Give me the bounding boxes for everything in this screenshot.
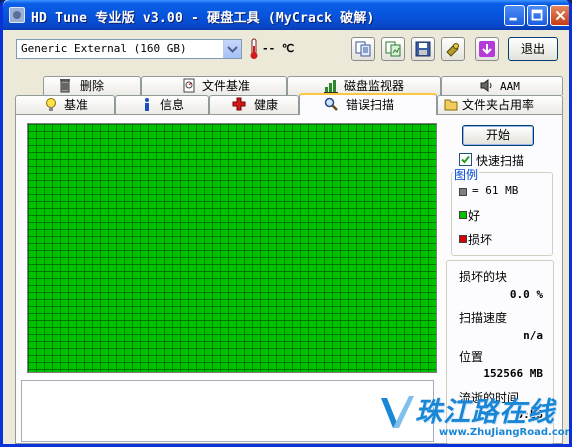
tab-aam[interactable]: AAM	[441, 76, 563, 95]
scan-speed-value: n/a	[523, 329, 543, 342]
close-icon	[555, 10, 566, 21]
scan-speed-label: 扫描速度	[459, 311, 508, 325]
close-button[interactable]	[550, 5, 569, 26]
chevron-down-icon[interactable]	[223, 40, 241, 58]
download-button[interactable]	[475, 37, 499, 61]
position-value: 152566 MB	[483, 367, 543, 380]
exit-button[interactable]: 退出	[508, 37, 558, 61]
damaged-blocks-label: 损坏的块	[459, 270, 508, 284]
quick-scan-checkbox[interactable]	[459, 153, 472, 166]
tab-error-scan[interactable]: 错误扫描	[299, 93, 437, 115]
temperature-readout: -- ℃	[262, 42, 295, 55]
copy-info-button[interactable]	[351, 37, 375, 61]
position-label: 位置	[459, 350, 484, 364]
tab-health[interactable]: 健康	[209, 95, 299, 114]
save-icon	[415, 41, 431, 57]
damaged-blocks-value: 0.0 %	[509, 288, 543, 301]
scan-log[interactable]	[21, 380, 434, 442]
quick-scan-label[interactable]: 快速扫描	[476, 152, 524, 169]
scan-block-map	[27, 123, 437, 373]
legend-swatch-damaged	[459, 235, 467, 243]
disk-monitor-icon	[324, 80, 338, 93]
tab-aam-label: AAM	[500, 80, 520, 93]
tab-file-benchmark[interactable]: 文件基准	[141, 76, 287, 95]
tab-info-label: 信息	[160, 98, 185, 112]
folder-icon	[444, 99, 458, 111]
watermark-url: www.ZhuJiangRoad.com	[439, 427, 572, 438]
start-button[interactable]: 开始	[462, 125, 534, 146]
legend-good: 好	[468, 209, 481, 223]
tab-erase[interactable]: 删除	[43, 76, 141, 95]
tab-benchmark[interactable]: 基准	[15, 95, 115, 114]
drive-select-value: Generic External (160 GB)	[21, 42, 187, 55]
checkmark-icon	[461, 155, 470, 164]
options-button[interactable]	[441, 37, 465, 61]
copy-info-icon	[355, 41, 371, 57]
legend-damaged: 损坏	[468, 233, 493, 247]
tab-folder-usage[interactable]: 文件夹占用率	[437, 95, 563, 114]
tab-file-benchmark-label: 文件基准	[202, 79, 251, 93]
file-benchmark-icon	[183, 78, 195, 93]
legend-swatch-block-size	[459, 188, 467, 196]
info-icon	[145, 98, 149, 111]
download-icon	[479, 41, 495, 57]
bulb-icon	[46, 98, 56, 111]
minimize-button[interactable]	[504, 5, 525, 26]
watermark-logo-icon	[381, 396, 414, 428]
tab-error-scan-label: 错误扫描	[346, 98, 395, 112]
magnifier-icon	[324, 97, 338, 111]
thermometer-icon	[250, 38, 258, 59]
health-cross-icon	[232, 97, 246, 111]
copy-screenshot-button[interactable]	[381, 37, 405, 61]
hdtune-app-icon[interactable]	[9, 7, 25, 23]
tab-health-label: 健康	[254, 98, 279, 112]
speaker-icon	[480, 79, 492, 92]
copy-screenshot-icon	[385, 41, 401, 57]
tab-info[interactable]: 信息	[115, 95, 209, 114]
watermark: 珠江路在线 www.ZhuJiangRoad.com	[379, 390, 572, 444]
save-button[interactable]	[411, 37, 435, 61]
tab-erase-label: 删除	[80, 79, 105, 93]
legend-title: 图例	[453, 166, 480, 183]
minimize-icon	[509, 17, 517, 21]
legend-swatch-good	[459, 211, 467, 219]
title-bar[interactable]: HD Tune 专业版 v3.00 - 硬盘工具 (MyCrack 破解)	[3, 0, 569, 30]
maximize-button[interactable]	[527, 5, 548, 26]
tab-folder-usage-label: 文件夹占用率	[462, 98, 535, 112]
watermark-name: 珠江路在线	[415, 397, 555, 428]
tab-benchmark-label: 基准	[64, 98, 89, 112]
drive-select[interactable]: Generic External (160 GB)	[16, 39, 242, 59]
legend-block-size: = 61 MB	[472, 184, 519, 197]
trash-icon	[60, 79, 70, 93]
options-icon	[446, 43, 459, 57]
window-title: HD Tune 专业版 v3.00 - 硬盘工具 (MyCrack 破解)	[31, 11, 375, 26]
app-window: HD Tune 专业版 v3.00 - 硬盘工具 (MyCrack 破解) Ge…	[0, 0, 572, 447]
maximize-icon	[531, 9, 543, 21]
